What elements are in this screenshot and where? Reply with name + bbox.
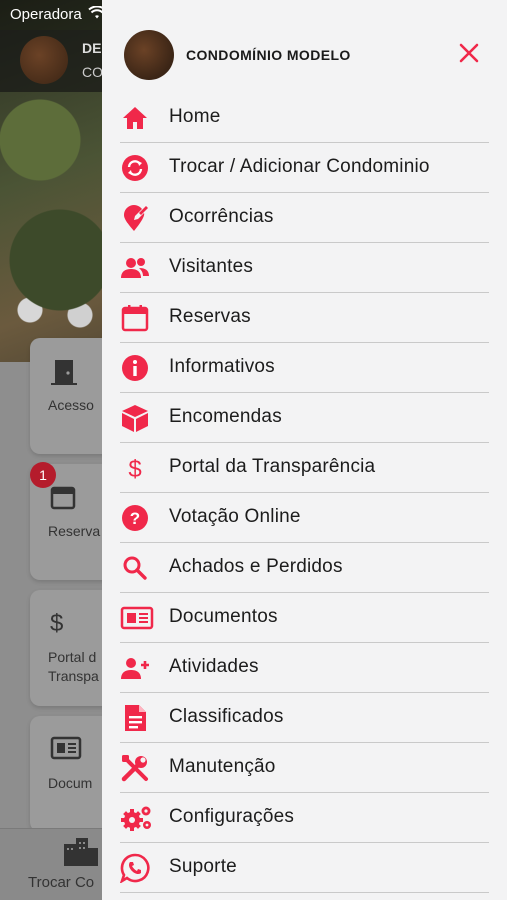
menu-item-label: Encomendas bbox=[169, 406, 282, 427]
user-plus-icon bbox=[120, 653, 150, 683]
whatsapp-icon bbox=[119, 853, 150, 884]
menu-item-label: Atividades bbox=[169, 656, 259, 677]
menu-item-label: Manutenção bbox=[169, 756, 276, 777]
menu-item-reservas[interactable]: Reservas bbox=[120, 293, 489, 343]
menu-item-trocar-condominio[interactable]: Trocar / Adicionar Condominio bbox=[120, 143, 489, 193]
calendar-icon bbox=[120, 303, 150, 333]
menu-item-label: Ocorrências bbox=[169, 206, 274, 227]
menu-item-ocorrencias[interactable]: Ocorrências bbox=[120, 193, 489, 243]
menu-item-label: Achados e Perdidos bbox=[169, 556, 343, 577]
document-icon bbox=[120, 703, 150, 733]
newspaper-icon bbox=[120, 603, 154, 633]
header-avatar[interactable] bbox=[20, 36, 68, 84]
menu-item-label: Configurações bbox=[169, 806, 295, 827]
map-pin-edit-icon bbox=[120, 203, 150, 233]
menu-item-label: Trocar / Adicionar Condominio bbox=[169, 156, 430, 177]
menu-item-label: Visitantes bbox=[169, 256, 254, 277]
menu-item-label: Suporte bbox=[169, 856, 237, 877]
menu-item-label: Home bbox=[169, 106, 221, 127]
carrier-label: Operadora bbox=[10, 6, 82, 23]
menu-item-suporte[interactable]: Suporte bbox=[119, 843, 489, 893]
package-icon bbox=[120, 403, 150, 433]
menu-item-achados-perdidos[interactable]: Achados e Perdidos bbox=[120, 543, 489, 593]
gears-icon bbox=[120, 803, 151, 833]
header-subtitle: CO bbox=[82, 64, 103, 80]
sync-icon bbox=[120, 153, 150, 183]
menu-item-visitantes[interactable]: Visitantes bbox=[120, 243, 489, 293]
tools-icon bbox=[120, 753, 150, 783]
menu-item-configuracoes[interactable]: Configurações bbox=[120, 793, 489, 843]
door-icon bbox=[50, 358, 78, 393]
menu-item-informativos[interactable]: Informativos bbox=[120, 343, 489, 393]
menu-item-label: Portal da Transparência bbox=[169, 456, 376, 477]
menu-item-home[interactable]: Home bbox=[120, 93, 489, 143]
close-icon[interactable] bbox=[454, 38, 484, 68]
menu-item-label: Documentos bbox=[169, 606, 278, 627]
buildings-icon[interactable] bbox=[62, 836, 100, 874]
calendar-icon bbox=[50, 484, 76, 517]
menu-item-votacao-online[interactable]: ? Votação Online bbox=[120, 493, 489, 543]
menu-item-classificados[interactable]: Classificados bbox=[120, 693, 489, 743]
newspaper-icon bbox=[50, 736, 82, 767]
menu-item-atividades[interactable]: Atividades bbox=[120, 643, 489, 693]
home-icon bbox=[120, 103, 150, 133]
drawer-title: CONDOMÍNIO MODELO bbox=[186, 47, 351, 63]
menu-item-label: Classificados bbox=[169, 706, 284, 727]
menu-item-manutencao[interactable]: Manutenção bbox=[120, 743, 489, 793]
menu-item-label: Votação Online bbox=[169, 506, 301, 527]
header-title: DE bbox=[82, 40, 102, 56]
svg-text:?: ? bbox=[130, 509, 140, 528]
tab-trocar-condominio[interactable]: Trocar Co bbox=[28, 874, 94, 891]
notification-badge: 1 bbox=[30, 462, 56, 488]
menu-item-label: Reservas bbox=[169, 306, 251, 327]
svg-text:$: $ bbox=[128, 456, 141, 483]
search-icon bbox=[120, 553, 150, 583]
users-icon bbox=[120, 253, 150, 283]
condominium-avatar bbox=[124, 30, 174, 80]
menu-item-encomendas[interactable]: Encomendas bbox=[120, 393, 489, 443]
info-icon bbox=[120, 353, 150, 383]
dollar-icon: $ bbox=[120, 453, 150, 483]
menu-item-portal-transparencia[interactable]: $ Portal da Transparência bbox=[120, 443, 489, 493]
drawer-menu: Home Trocar / Adicionar Condominio Ocorr… bbox=[119, 93, 489, 893]
side-drawer: CONDOMÍNIO MODELO Home Trocar / Adiciona… bbox=[102, 0, 507, 900]
menu-item-label: Informativos bbox=[169, 356, 275, 377]
menu-item-documentos[interactable]: Documentos bbox=[120, 593, 489, 643]
dollar-icon: $ bbox=[50, 610, 64, 637]
question-icon: ? bbox=[120, 503, 150, 533]
